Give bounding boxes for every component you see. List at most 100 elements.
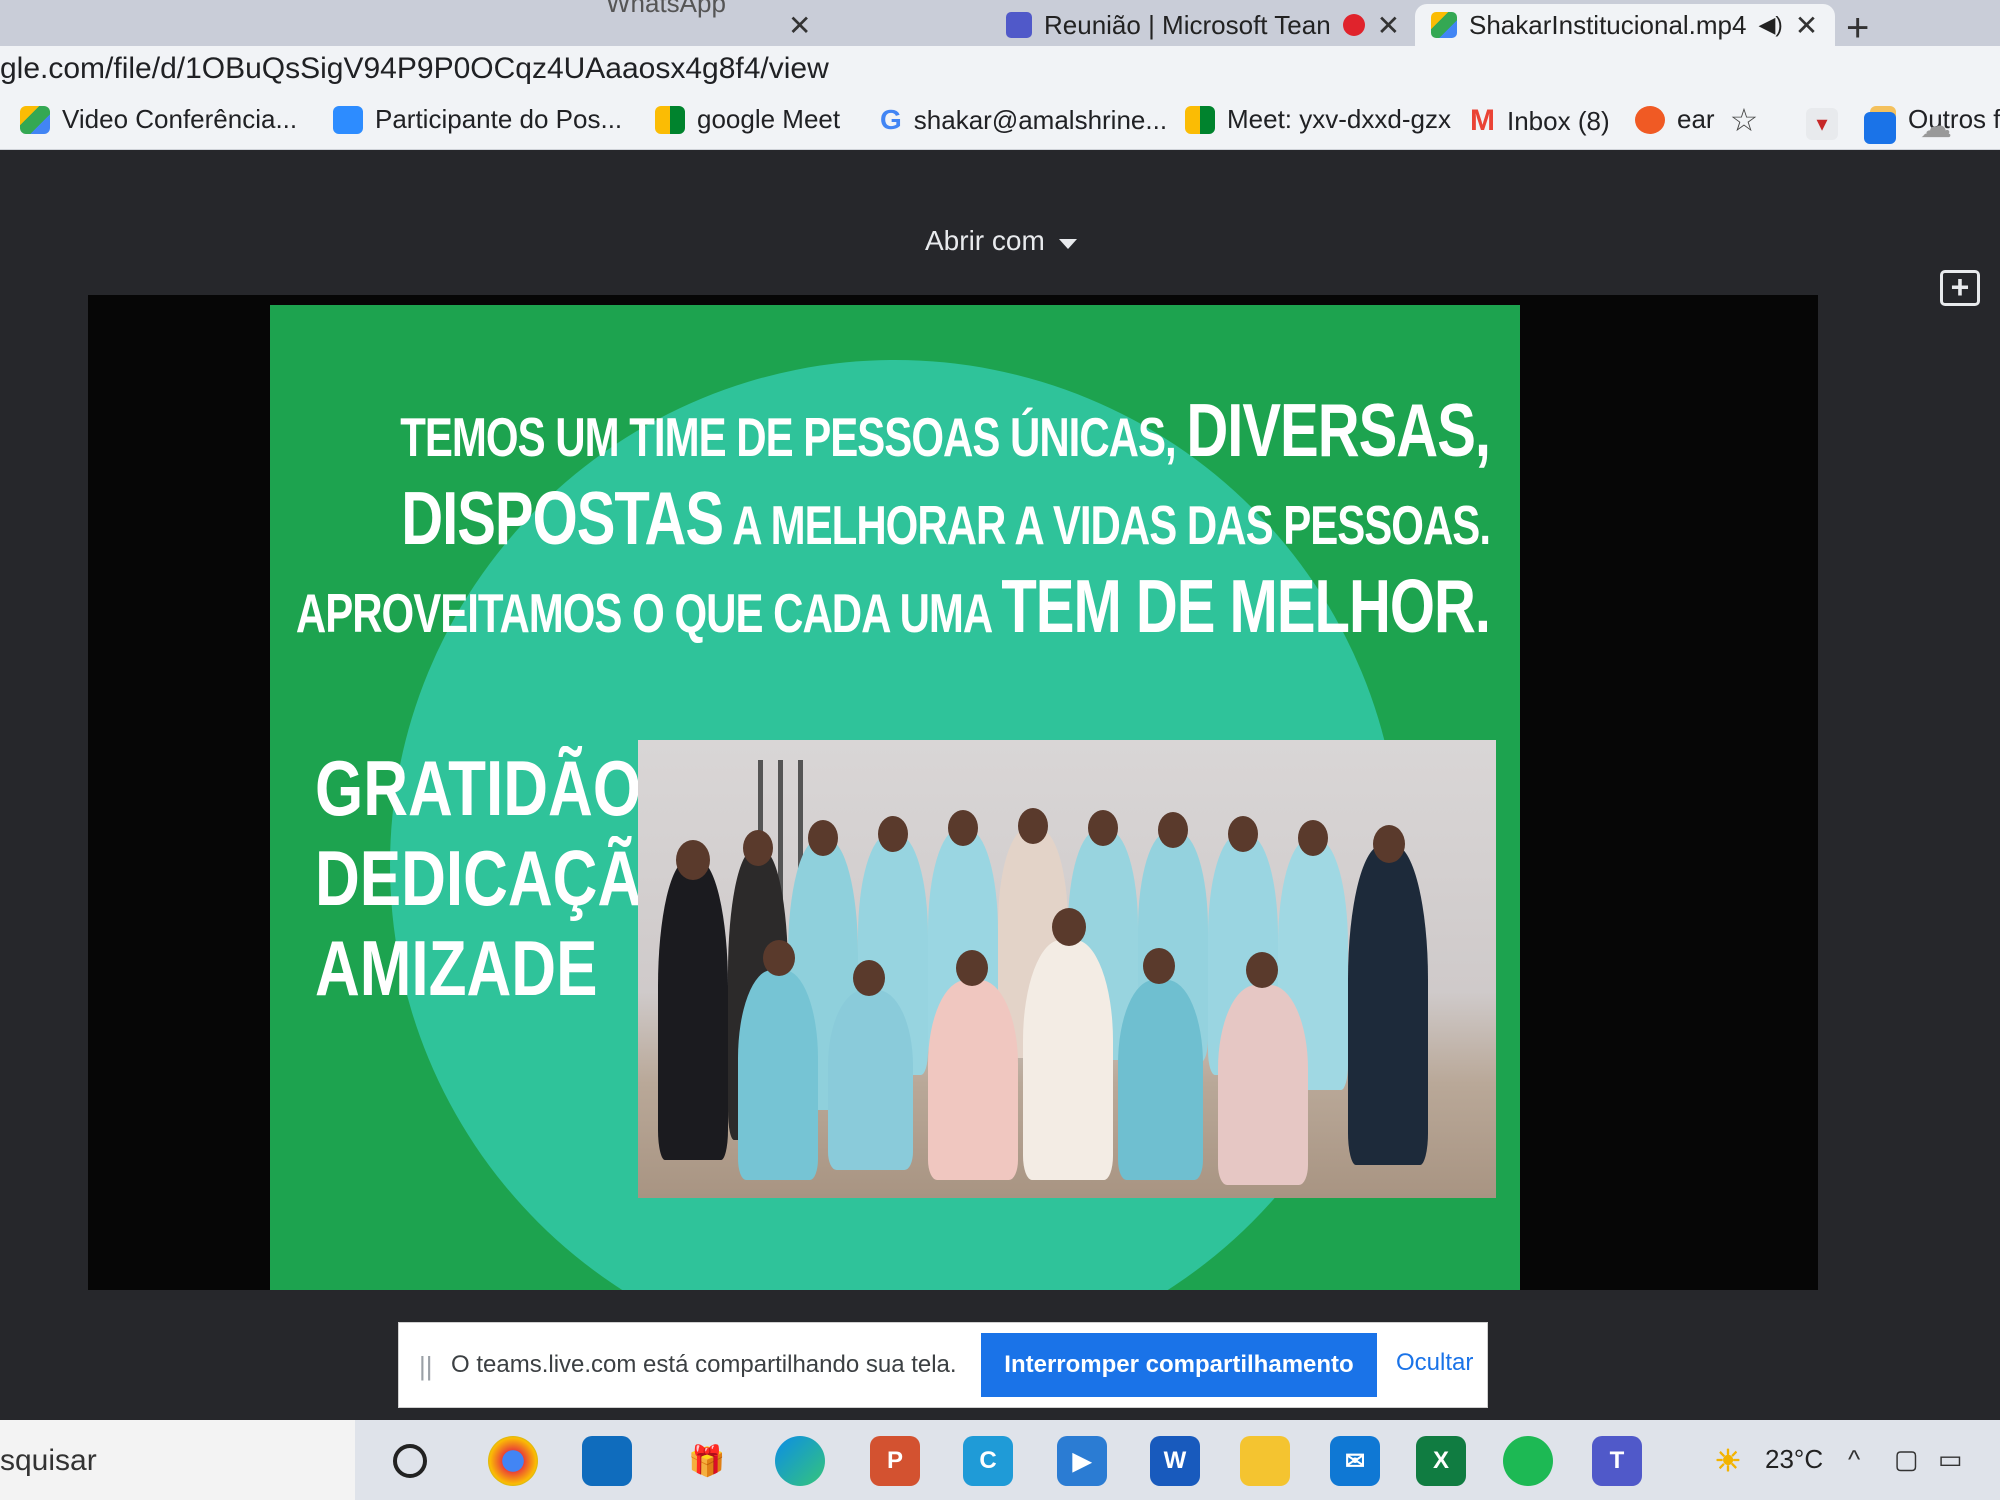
bookmark-ear[interactable]: ear: [1635, 104, 1715, 135]
slide-text: a melhorar a vidas das pessoas.: [723, 494, 1491, 556]
open-with-button[interactable]: Abrir com: [925, 225, 1077, 257]
search-placeholder: squisar: [0, 1444, 97, 1477]
person-head: [743, 830, 773, 866]
store-icon[interactable]: [582, 1436, 632, 1486]
battery-icon[interactable]: ▭: [1938, 1444, 1963, 1475]
gift-icon[interactable]: 🎁: [682, 1436, 732, 1486]
excel-icon[interactable]: X: [1416, 1436, 1466, 1486]
slide-text: Aproveitamos o que cada uma: [295, 582, 1002, 644]
tab-active-video[interactable]: ShakarInstitucional.mp4 ◀) ✕: [1415, 4, 1835, 46]
taskbar-search[interactable]: squisar: [0, 1420, 355, 1500]
gmail-icon: M: [1470, 104, 1495, 137]
group-photo: [638, 740, 1496, 1198]
person: [658, 860, 728, 1160]
value-gratidao: GRATIDÃO: [315, 746, 642, 833]
google-icon: G: [880, 104, 902, 135]
close-icon[interactable]: ✕: [1377, 9, 1400, 42]
teams-icon: [1006, 12, 1032, 38]
weather-temperature[interactable]: 23°C: [1765, 1444, 1823, 1475]
bookmark-label: Video Conferência...: [62, 104, 298, 134]
bookmark-shakar-email[interactable]: G shakar@amalshrine...: [880, 104, 1167, 136]
person-head: [948, 810, 978, 846]
close-icon[interactable]: ✕: [788, 9, 811, 42]
spotify-icon[interactable]: [1503, 1436, 1553, 1486]
tab-title: ShakarInstitucional.mp4: [1469, 9, 1747, 40]
slide-line-2: Dispostas a melhorar a vidas das pessoas…: [401, 475, 1491, 562]
drive-icon: [1431, 12, 1457, 38]
person-head: [956, 950, 988, 986]
bookmark-label: google Meet: [697, 104, 841, 134]
add-comment-icon[interactable]: +: [1940, 270, 1980, 306]
teams-icon[interactable]: T: [1592, 1436, 1642, 1486]
video-icon[interactable]: ▶: [1057, 1436, 1107, 1486]
explorer-icon[interactable]: [1240, 1436, 1290, 1486]
bookmark-video-conferencia[interactable]: Video Conferência...: [20, 104, 297, 135]
person-head: [1373, 825, 1405, 863]
share-message: O teams.live.com está compartilhando sua…: [451, 1351, 957, 1378]
person-head: [853, 960, 885, 996]
bookmark-google-meet[interactable]: google Meet: [655, 104, 840, 135]
bookmark-inbox[interactable]: M Inbox (8): [1470, 104, 1610, 138]
tab-whatsapp[interactable]: WhatsApp ✕: [590, 0, 827, 46]
person: [928, 980, 1018, 1180]
slide-text-emphasis: Diversas,: [1186, 388, 1491, 473]
tab-title: Reunião | Microsoft Tean: [1044, 9, 1331, 40]
slide-line-1: Temos um time de pessoas únicas, Diversa…: [400, 387, 1491, 474]
stop-sharing-button[interactable]: Interromper compartilhamento: [981, 1333, 1377, 1397]
cloud-icon[interactable]: ☁: [1920, 110, 1952, 142]
meet-now-icon[interactable]: ▢: [1894, 1444, 1919, 1475]
person-head: [1298, 820, 1328, 856]
extension-icon[interactable]: ▾: [1806, 108, 1838, 140]
edge-icon[interactable]: [775, 1436, 825, 1486]
app-c-icon[interactable]: C: [963, 1436, 1013, 1486]
slide-text: Temos um time de pessoas únicas,: [400, 406, 1187, 468]
person-head: [878, 816, 908, 852]
value-amizade: AMIZADE: [315, 926, 598, 1013]
chrome-icon[interactable]: [488, 1436, 538, 1486]
tab-teams-meeting[interactable]: Reunião | Microsoft Tean ✕: [990, 4, 1416, 46]
address-bar[interactable]: gle.com/file/d/1OBuQsSigV94P9P0OCqz4UAaa…: [0, 46, 2000, 94]
drive-video-viewer: Abrir com + Temos um time de pessoas úni…: [0, 150, 2000, 1420]
meet-icon: [655, 105, 685, 134]
caret-down-icon: [1058, 239, 1077, 249]
open-with-label: Abrir com: [925, 225, 1045, 256]
bookmark-participante[interactable]: Participante do Pos...: [333, 104, 622, 135]
person-head: [763, 940, 795, 976]
slide-text-emphasis: tem de melhor.: [1001, 564, 1491, 649]
video-slide: Temos um time de pessoas únicas, Diversa…: [270, 305, 1520, 1290]
person-head: [1018, 808, 1048, 844]
cortana-icon[interactable]: [393, 1444, 427, 1478]
person: [1023, 940, 1113, 1180]
weather-icon[interactable]: ☀: [1703, 1436, 1753, 1486]
chevron-up-icon[interactable]: ^: [1848, 1444, 1860, 1475]
person-head: [1052, 908, 1086, 946]
bookmark-meet-link[interactable]: Meet: yxv-dxxd-gzx: [1185, 104, 1451, 135]
slide-text-emphasis: Dispostas: [401, 476, 724, 561]
calendar-extension-icon[interactable]: [1864, 112, 1896, 144]
slide-line-3: Aproveitamos o que cada uma tem de melho…: [295, 563, 1491, 650]
person-head: [1088, 810, 1118, 846]
recording-icon: [1342, 14, 1365, 36]
url-text[interactable]: gle.com/file/d/1OBuQsSigV94P9P0OCqz4UAaa…: [0, 52, 829, 86]
new-tab-button[interactable]: +: [1846, 6, 1869, 51]
meet-icon: [1185, 105, 1215, 134]
close-icon[interactable]: ✕: [1795, 9, 1818, 42]
drag-handle-icon[interactable]: ||: [419, 1351, 433, 1382]
drive-icon: [20, 105, 50, 134]
star-icon[interactable]: ☆: [1728, 104, 1760, 136]
person: [1118, 980, 1203, 1180]
person-head: [808, 820, 838, 856]
powerpoint-icon[interactable]: P: [870, 1436, 920, 1486]
person: [738, 970, 818, 1180]
hide-button[interactable]: Ocultar: [1396, 1349, 1473, 1377]
speaker-icon[interactable]: ◀): [1758, 12, 1782, 38]
person: [1218, 985, 1308, 1185]
zoom-icon: [333, 105, 363, 134]
person: [1348, 845, 1428, 1165]
tab-title: WhatsApp: [606, 0, 726, 18]
tab-strip: WhatsApp ✕ Reunião | Microsoft Tean ✕ Sh…: [0, 0, 2000, 50]
word-icon[interactable]: W: [1150, 1436, 1200, 1486]
bookmark-label: Meet: yxv-dxxd-gzx: [1227, 104, 1451, 134]
person-head: [1246, 952, 1278, 988]
mail-icon[interactable]: ✉: [1330, 1436, 1380, 1486]
